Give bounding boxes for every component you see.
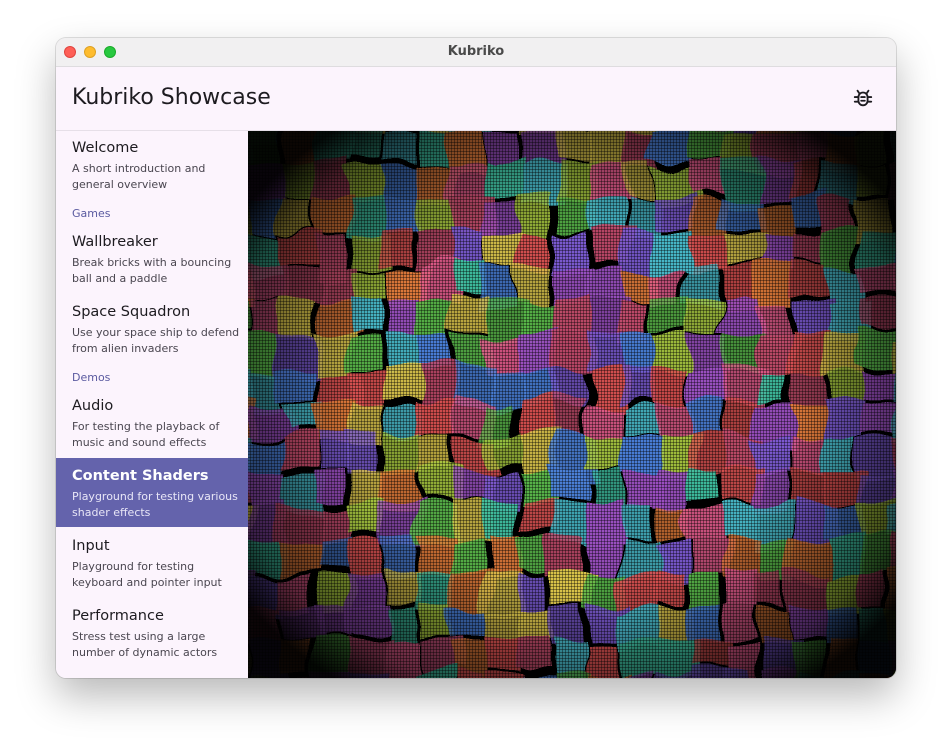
sidebar-item-label: Welcome [72,140,139,156]
section-header-games: Games [72,207,111,220]
vignette-overlay [248,131,896,678]
sidebar-item-label: Audio [72,398,114,414]
sidebar-item-audio[interactable]: Audio For testing the playback of music … [56,397,248,459]
sidebar-item-label: Wallbreaker [72,234,158,250]
sidebar-item-label: Input [72,538,110,554]
sidebar-item-description: Use your space ship to defend from alien… [72,326,240,355]
sidebar-item-content-shaders[interactable]: Content Shaders Playground for testing v… [56,458,248,527]
sidebar-item-space-squadron[interactable]: Space Squadron Use your space ship to de… [56,303,248,365]
sidebar-item-label: Space Squadron [72,304,191,320]
bug-icon[interactable] [852,87,874,109]
sidebar-item-welcome[interactable]: Welcome A short introduction and general… [56,139,248,201]
sidebar-item-wallbreaker[interactable]: Wallbreaker Break bricks with a bouncing… [56,233,248,295]
sidebar-item-description: Playground for testing keyboard and poin… [72,560,222,589]
sidebar-item-performance[interactable]: Performance Stress test using a large nu… [56,607,248,669]
app-bar: Kubriko Showcase [56,67,896,131]
sidebar-item-description: Playground for testing various shader ef… [72,490,238,519]
sidebar-item-description: Break bricks with a bouncing ball and a … [72,256,232,285]
title-bar: Kubriko [56,38,896,67]
shader-preview [248,131,896,678]
app-window: Kubriko Kubriko Showcase Welcome A short… [56,38,896,678]
sidebar-item-description: For testing the playback of music and so… [72,420,220,449]
sidebar-item-description: Stress test using a large number of dyna… [72,630,218,659]
sidebar-item-description: A short introduction and general overvie… [72,162,206,191]
sidebar-item-label: Content Shaders [72,468,209,484]
sidebar-item-input[interactable]: Input Playground for testing keyboard an… [56,537,248,599]
shader-canvas[interactable] [248,131,896,678]
sidebar-item-label: Performance [72,608,164,624]
page-title: Kubriko Showcase [72,85,271,110]
window-title: Kubriko [447,44,505,59]
section-header-demos: Demos [72,371,111,384]
sidebar: Welcome A short introduction and general… [56,131,248,678]
